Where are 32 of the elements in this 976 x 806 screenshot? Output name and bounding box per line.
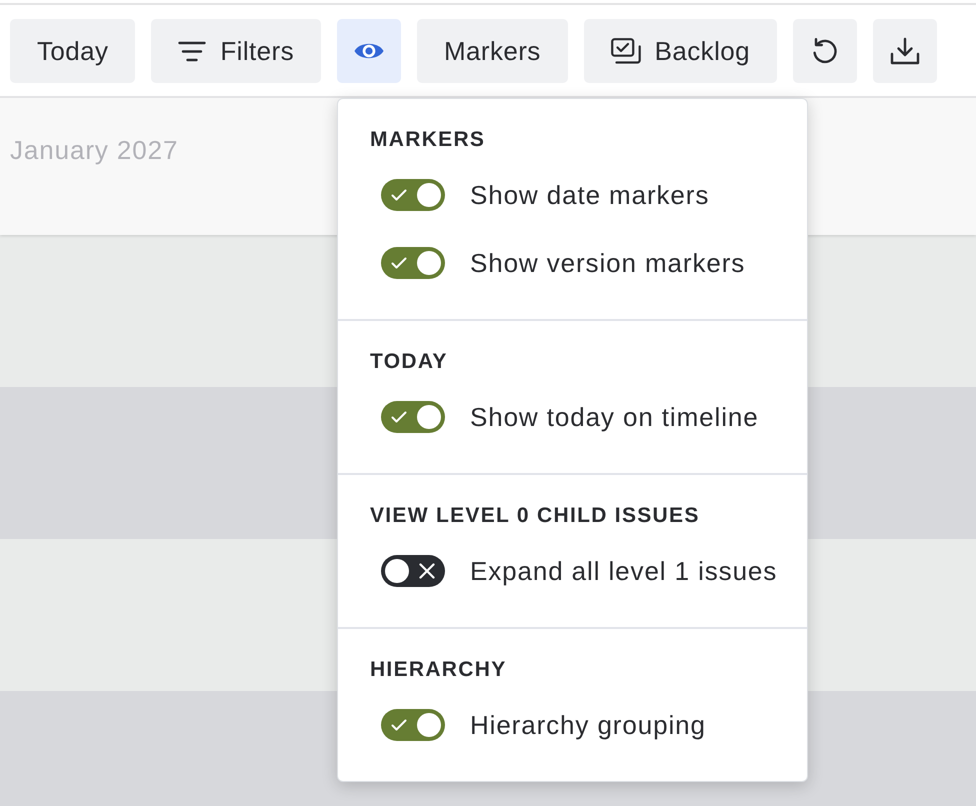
cross-icon xyxy=(418,563,435,579)
section-heading: VIEW LEVEL 0 CHILD ISSUES xyxy=(370,504,700,528)
check-icon xyxy=(390,409,407,425)
toggle-label[interactable]: Hierarchy grouping xyxy=(470,709,706,741)
section-heading: HIERARCHY xyxy=(370,658,507,682)
download-button[interactable] xyxy=(872,19,937,83)
toggle-label[interactable]: Expand all level 1 issues xyxy=(470,555,778,587)
toggle-switch[interactable] xyxy=(380,179,445,211)
reset-button[interactable] xyxy=(792,19,857,83)
toolbar-button[interactable]: Today xyxy=(10,19,136,83)
download-icon xyxy=(890,37,920,65)
toggle-label[interactable]: Show today on timeline xyxy=(470,401,759,433)
month-label: January 2027 xyxy=(10,135,178,165)
toolbar-button[interactable]: Markers xyxy=(416,19,568,83)
reset-icon xyxy=(810,37,839,65)
filter-icon xyxy=(178,40,206,62)
check-icon xyxy=(390,255,407,271)
toggle-label[interactable]: Show date markers xyxy=(470,179,710,211)
toggle-switch[interactable] xyxy=(380,709,445,741)
toggle-label[interactable]: Show version markers xyxy=(470,247,746,279)
section-heading: MARKERS xyxy=(370,128,486,152)
check-icon xyxy=(390,187,407,203)
toggle-switch[interactable] xyxy=(380,247,445,279)
toggle-switch[interactable] xyxy=(380,401,445,433)
toggle-switch[interactable] xyxy=(380,555,445,587)
backlog-icon xyxy=(610,38,641,64)
backlog-button[interactable]: Backlog xyxy=(584,19,777,83)
eye-icon xyxy=(354,41,384,61)
filters-button[interactable]: Filters xyxy=(151,19,321,83)
view-options-button[interactable] xyxy=(336,19,401,83)
section-heading: TODAY xyxy=(370,350,448,374)
check-icon xyxy=(390,717,407,733)
